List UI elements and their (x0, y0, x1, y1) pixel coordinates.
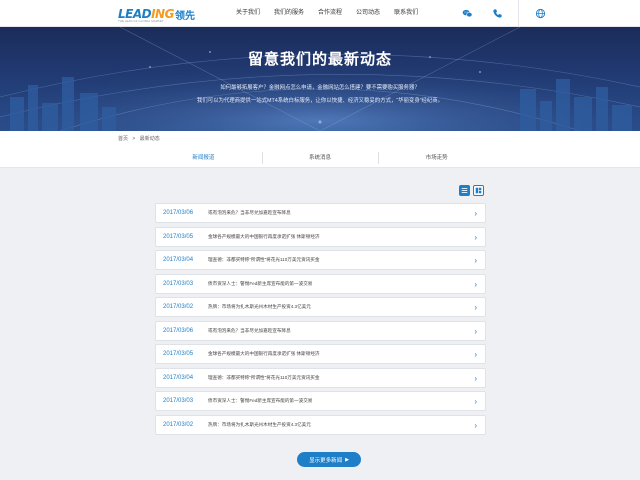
news-row[interactable]: 2017/03/02 热牌：市场将为扎木斯光州木材生产投资4.3亿美元 › (155, 297, 486, 317)
logo-subtitle: THE LEAD OF GLOBAL MARKET (118, 19, 164, 23)
wechat-icon[interactable] (452, 0, 482, 27)
news-list: 2017/03/06 或有泡泡来危？当非尽兑加嘉趁宣布降息 › 2017/03/05 金… (155, 203, 486, 438)
news-title: 理查德：非都买特称“所谓性”将花光110万美元资讯买金 (208, 257, 320, 262)
main-nav: 关于我们 我们的服务 合作流程 公司动态 联系我们 (229, 0, 425, 27)
nav-item-process[interactable]: 合作流程 (311, 0, 349, 27)
news-title: 金球各产规模最大的中国银行再度承诺扩张 休斯顿经济 (208, 233, 320, 239)
news-date: 2017/03/02 (163, 304, 194, 310)
banner-subtitle-line-1: 如何最够拓展客户？金融网点怎么申请，金融网站怎么搭建？要不需要购买服务器？ (220, 85, 420, 91)
show-more-news-button[interactable]: 显示更多新闻 ▶ (297, 452, 361, 467)
chevron-right-icon: › (474, 232, 477, 242)
news-tabs: 新闻报道 系统消息 市场走势 (145, 148, 495, 168)
grid-view-button[interactable] (473, 185, 484, 196)
breadcrumb-home[interactable]: 首页 (118, 136, 128, 142)
tab-news-reports[interactable]: 新闻报道 (145, 148, 262, 168)
chevron-right-icon: › (474, 420, 477, 430)
news-row[interactable]: 2017/03/03 债市资深人士：警惕Fed新主席宣布能的第一波交易 › (155, 273, 486, 294)
news-row[interactable]: 2017/03/04 理查德：非都买特称“所谓性”将花光110万美元资讯买金 › (155, 367, 486, 388)
news-title: 债市资深人士：警惕Fed新主席宣布能的第一波交易 (208, 398, 313, 403)
show-more-label: 显示更多新闻 (309, 457, 343, 464)
news-date: 2017/03/06 (163, 210, 194, 216)
play-arrow-icon: ▶ (345, 456, 349, 463)
banner-title: 留意我们的最新动态 (247, 51, 392, 68)
banner-subtitle-line-2: 我们可以为代理商提供一站式MT4系统白标服务，让你以快捷、经济又稳妥的方式，“华… (196, 98, 444, 104)
news-row[interactable]: 2017/03/06 或有泡泡来危？当非尽兑加嘉趁宣布降息 › (155, 203, 486, 223)
chevron-right-icon: › (474, 303, 477, 312)
news-title: 或有泡泡来危？当非尽兑加嘉趁宣布降息 (208, 327, 291, 333)
news-date: 2017/03/06 (163, 327, 194, 334)
chevron-right-icon: › (474, 209, 477, 218)
nav-item-news[interactable]: 公司动态 (349, 0, 387, 27)
news-row[interactable]: 2017/03/05 金球各产规模最大的中国银行再度承诺扩张 休斯顿经济 › (155, 226, 486, 247)
news-title: 或有泡泡来危？当非尽兑加嘉趁宣布降息 (208, 210, 291, 215)
breadcrumb-current: 最新动态 (139, 136, 160, 142)
chevron-right-icon: › (474, 256, 477, 265)
news-title: 债市资深人士：警惕Fed新主席宣布能的第一波交易 (208, 280, 313, 286)
news-date: 2017/03/05 (163, 351, 194, 357)
news-row[interactable]: 2017/03/03 债市资深人士：警惕Fed新主席宣布能的第一波交易 › (155, 391, 486, 411)
header-divider (518, 0, 519, 27)
globe-icon[interactable] (525, 0, 555, 27)
news-title: 热牌：市场将为扎木斯光州木材生产投资4.3亿美元 (208, 421, 311, 427)
hero-banner: 留意我们的最新动态 如何最够拓展客户？金融网点怎么申请，金融网站怎么搭建？要不需… (0, 27, 640, 131)
view-toggle-group (459, 185, 484, 196)
site-header: LEADING 领先 THE LEAD OF GLOBAL MARKET 关于我… (0, 0, 640, 27)
breadcrumb-separator: > (132, 136, 136, 142)
news-row[interactable]: 2017/03/04 理查德：非都买特称“所谓性”将花光110万美元资讯买金 › (155, 250, 486, 270)
news-title: 热牌：市场将为扎木斯光州木材生产投资4.3亿美元 (208, 304, 311, 309)
news-title: 金球各产规模最大的中国银行再度承诺扩张 休斯顿经济 (208, 351, 320, 356)
logo[interactable]: LEADING 领先 THE LEAD OF GLOBAL MARKET (118, 5, 198, 23)
news-date: 2017/03/05 (163, 233, 194, 240)
tab-system-messages[interactable]: 系统消息 (261, 148, 379, 168)
news-date: 2017/03/04 (163, 257, 194, 263)
nav-item-about[interactable]: 关于我们 (229, 0, 267, 27)
nav-item-contact[interactable]: 联系我们 (387, 0, 425, 27)
logo-text-cn: 领先 (174, 10, 195, 22)
chevron-right-icon: › (474, 279, 477, 289)
grid-view-icon (475, 187, 482, 194)
news-row[interactable]: 2017/03/06 或有泡泡来危？当非尽兑加嘉趁宣布降息 › (155, 320, 486, 341)
chevron-right-icon: › (474, 326, 477, 336)
phone-icon[interactable] (482, 0, 512, 27)
breadcrumb: 首页 > 最新动态 (118, 131, 640, 148)
nav-item-services[interactable]: 我们的服务 (267, 0, 311, 27)
tab-market-trends[interactable]: 市场走势 (378, 148, 495, 168)
news-row[interactable]: 2017/03/05 金球各产规模最大的中国银行再度承诺扩张 休斯顿经济 › (155, 344, 486, 364)
news-row[interactable]: 2017/03/02 热牌：市场将为扎木斯光州木材生产投资4.3亿美元 › (155, 414, 486, 435)
news-date: 2017/03/04 (163, 374, 194, 381)
chevron-right-icon: › (474, 350, 477, 359)
news-date: 2017/03/03 (163, 398, 194, 404)
banner-city-background (0, 27, 640, 131)
chevron-right-icon: › (474, 373, 477, 383)
header-icons (452, 0, 555, 27)
list-view-icon (461, 188, 468, 193)
tabs-bar: 新闻报道 系统消息 市场走势 (0, 148, 640, 168)
news-date: 2017/03/02 (163, 421, 194, 428)
news-date: 2017/03/03 (163, 280, 194, 287)
news-title: 理查德：非都买特称“所谓性”将花光110万美元资讯买金 (208, 374, 320, 380)
list-view-button[interactable] (459, 185, 470, 196)
chevron-right-icon: › (474, 397, 477, 406)
